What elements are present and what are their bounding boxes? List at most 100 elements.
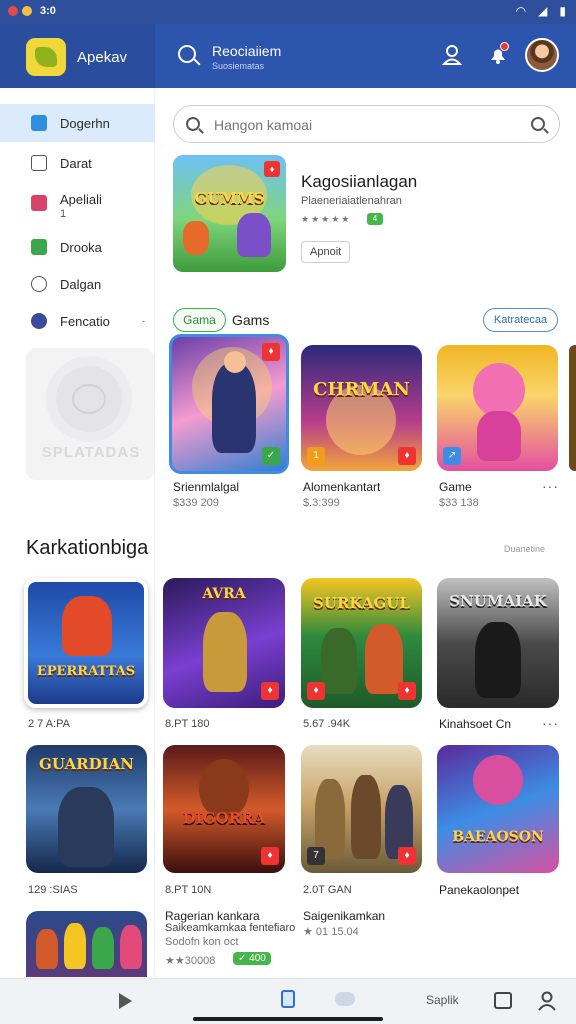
yellow-dot-icon (22, 6, 32, 16)
tile-art-title: SURKAGUL (313, 594, 410, 612)
search-bar[interactable] (173, 105, 560, 143)
tile-art-title: AVRA (202, 586, 246, 602)
sidebar-item-dalgan[interactable]: Dalgan (0, 265, 155, 303)
games-row-more-button[interactable]: Katratecaa (483, 308, 558, 332)
game-tile[interactable]: BAEAOSON (437, 745, 559, 873)
window-dots (8, 6, 32, 16)
game-tile-partial[interactable] (569, 345, 576, 471)
featured-action-button[interactable]: Apnoit (301, 241, 351, 263)
featured-title[interactable]: Kagosiianlagan (301, 172, 417, 192)
more-options-icon[interactable]: ··· (542, 478, 559, 494)
more-options-icon[interactable]: ··· (542, 715, 559, 731)
game-title[interactable]: Srienmlalgal (173, 480, 239, 494)
game-tile[interactable]: ♦ ✓ (169, 334, 289, 474)
red-dot-icon (8, 6, 18, 16)
status-bar: 3:0 ◠ ◢ ▮ (0, 0, 576, 24)
search-icon[interactable] (178, 45, 196, 63)
sidebar-item-label: Darat (60, 156, 92, 171)
bottom-nav-label[interactable]: Saplik (426, 993, 459, 1007)
game-meta: ★ 01 15.04 (303, 926, 359, 938)
notification-icon[interactable] (487, 42, 509, 66)
game-price: $.3:399 (303, 497, 340, 509)
badge-icon: ♦ (261, 847, 279, 865)
game-rating: ★★30008 (165, 955, 216, 967)
tile-art-title: GUARDIAN (39, 755, 134, 773)
user-icon[interactable] (442, 44, 462, 66)
bag-icon (31, 155, 47, 171)
avatar[interactable] (525, 38, 559, 72)
game-tile[interactable]: 7 ♦ (301, 745, 422, 873)
chat-icon[interactable] (335, 992, 355, 1006)
sidebar-item-label: Apeliali (60, 192, 102, 207)
home-icon[interactable] (281, 990, 295, 1008)
game-title[interactable]: Panekaolonpet (439, 883, 519, 897)
battery-icon: ▮ (559, 4, 566, 18)
wifi-icon: ◠ (515, 4, 527, 18)
game-title[interactable]: 8.PT 10N (165, 884, 211, 896)
game-badge: ✓ 400 (233, 952, 271, 965)
sidebar-item-label: Dalgan (60, 277, 102, 292)
status-icons: ◠ ◢ ▮ (516, 4, 566, 18)
badge-icon: 1 (307, 447, 325, 465)
search-submit-icon[interactable] (531, 117, 545, 131)
game-tile[interactable]: ↗ (437, 345, 558, 471)
sidebar-item-drooka[interactable]: Drooka (0, 228, 155, 266)
game-tile[interactable]: CHRMAN 1 ♦ (301, 345, 422, 471)
sidebar-item-apeliali[interactable]: Apeliali 1 (0, 184, 155, 230)
game-tile[interactable]: AVRA ♦ (163, 578, 285, 708)
featured-thumbnail[interactable]: GUMMS ♦ (173, 155, 286, 272)
app-bar-subtitle: Suosiematas (212, 61, 265, 71)
game-tile[interactable]: GUARDIAN (26, 745, 147, 873)
y-circle-icon (31, 313, 47, 329)
game-title[interactable]: 8.PT 180 (165, 718, 209, 730)
game-tile[interactable]: SURKAGUL ♦ ♦ (301, 578, 422, 708)
game-title[interactable]: Game (439, 480, 472, 494)
badge-icon: ♦ (398, 682, 416, 700)
games-row-title: Gams (232, 312, 270, 328)
game-title[interactable]: Kinahsoet Cn (439, 717, 511, 731)
sidebar-promo-banner[interactable]: SPLATADAS (26, 348, 154, 480)
bottom-nav: Saplik (0, 978, 576, 1024)
featured-rating: ★★★★★ (301, 214, 352, 224)
game-subtitle: Saikeamkamkaa fentefiaro (165, 922, 296, 934)
section-title: Karkationbiga (26, 537, 149, 559)
brand-name: Apekav (77, 49, 128, 66)
tile-art-title: DIGORRA (182, 809, 266, 827)
section-link[interactable]: Duanetine (504, 544, 545, 554)
sidebar-item-fencatio[interactable]: Fencatio - (0, 302, 155, 340)
badge-icon: ♦ (307, 682, 325, 700)
game-title[interactable]: 5.67 .94K (303, 718, 350, 730)
category-chip[interactable]: Gama (173, 308, 226, 332)
profile-icon[interactable] (538, 991, 556, 1011)
sidebar-item-label: Dogerhn (60, 116, 110, 131)
home-indicator (193, 1017, 383, 1021)
notification-badge (500, 42, 509, 51)
brand-area[interactable]: Apekav (0, 24, 155, 88)
sidebar-item-label: Fencatio (60, 314, 110, 329)
game-title[interactable]: Saigenikamkan (303, 909, 385, 923)
game-title[interactable]: 2.0T GAN (303, 884, 352, 896)
signal-icon: ◢ (538, 4, 548, 18)
search-input[interactable] (214, 115, 514, 135)
game-tile[interactable]: DIGORRA ♦ (163, 745, 285, 873)
game-price: $339 209 (173, 497, 219, 509)
sidebar-item-label: Drooka (60, 240, 102, 255)
tile-art-title: BAEAOSON (452, 829, 544, 845)
chat-icon (31, 115, 47, 131)
badge-icon: ↗ (443, 447, 461, 465)
game-tile[interactable]: SNUMAIAK (437, 578, 559, 708)
game-title[interactable]: 129 :SIAS (28, 884, 78, 896)
badge-icon: ♦ (398, 847, 416, 865)
game-title[interactable]: Alomenkantart (303, 480, 380, 494)
game-title[interactable]: Ragerian kankara (165, 909, 260, 923)
badge-icon: 7 (307, 847, 325, 865)
play-icon[interactable] (119, 993, 132, 1009)
game-tile[interactable] (26, 911, 147, 977)
game-title[interactable]: 2 7 A:PA (28, 718, 70, 730)
game-tile[interactable]: EPERRATTAS (24, 578, 148, 708)
sidebar-item-darat[interactable]: Darat (0, 144, 155, 182)
tile-art-title: EPERRATTAS (36, 664, 136, 679)
status-time: 3:0 (40, 5, 56, 17)
calendar-icon[interactable] (494, 992, 512, 1009)
sidebar-item-dogerhn[interactable]: Dogerhn (0, 104, 155, 142)
